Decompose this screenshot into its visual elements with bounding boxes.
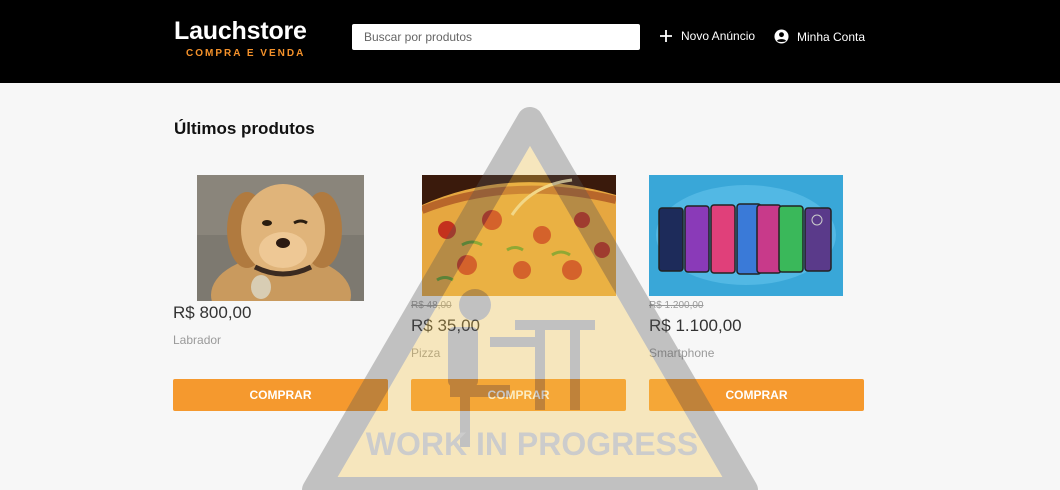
product-price: R$ 800,00 bbox=[173, 303, 252, 322]
old-price: R$ 48,00 bbox=[411, 300, 452, 311]
product-price: R$ 1.100,00 bbox=[649, 316, 742, 335]
product-card: R$ 48,00 R$ 35,00 Pizza COMPRAR bbox=[411, 175, 626, 411]
new-ad-link[interactable]: Novo Anúncio bbox=[659, 29, 755, 43]
plus-icon bbox=[660, 30, 672, 42]
old-price: R$ 1.200,00 bbox=[649, 300, 704, 311]
search-input[interactable] bbox=[352, 24, 640, 50]
logo-subtitle: COMPRA E VENDA bbox=[186, 48, 306, 59]
watermark-text: WORK IN PROGRESS bbox=[366, 426, 698, 462]
account-link[interactable]: Minha Conta bbox=[774, 29, 865, 44]
logo-title: Lauchstore bbox=[174, 17, 307, 45]
section-title: Últimos produtos bbox=[174, 119, 315, 138]
pizza-photo-icon[interactable] bbox=[421, 175, 616, 296]
product-name: Smartphone bbox=[649, 346, 715, 360]
dog-photo-icon[interactable] bbox=[197, 175, 364, 301]
product-price: R$ 35,00 bbox=[411, 316, 480, 335]
product-card: R$ 1.200,00 R$ 1.100,00 Smartphone COMPR… bbox=[649, 175, 864, 411]
buy-button[interactable]: COMPRAR bbox=[411, 379, 626, 411]
logo[interactable]: Lauchstore COMPRA E VENDA bbox=[174, 17, 307, 59]
buy-button[interactable]: COMPRAR bbox=[649, 379, 864, 411]
buy-button[interactable]: COMPRAR bbox=[173, 379, 388, 411]
top-header: Lauchstore COMPRA E VENDA Novo Anúncio M… bbox=[0, 0, 1060, 83]
product-name: Labrador bbox=[173, 333, 222, 347]
new-ad-label: Novo Anúncio bbox=[681, 29, 756, 43]
smartphones-photo-icon[interactable] bbox=[649, 175, 843, 296]
user-circle-icon bbox=[774, 29, 789, 44]
account-label: Minha Conta bbox=[797, 29, 866, 44]
product-card: R$ 800,00 Labrador COMPRAR bbox=[173, 175, 388, 411]
product-name: Pizza bbox=[411, 346, 441, 360]
